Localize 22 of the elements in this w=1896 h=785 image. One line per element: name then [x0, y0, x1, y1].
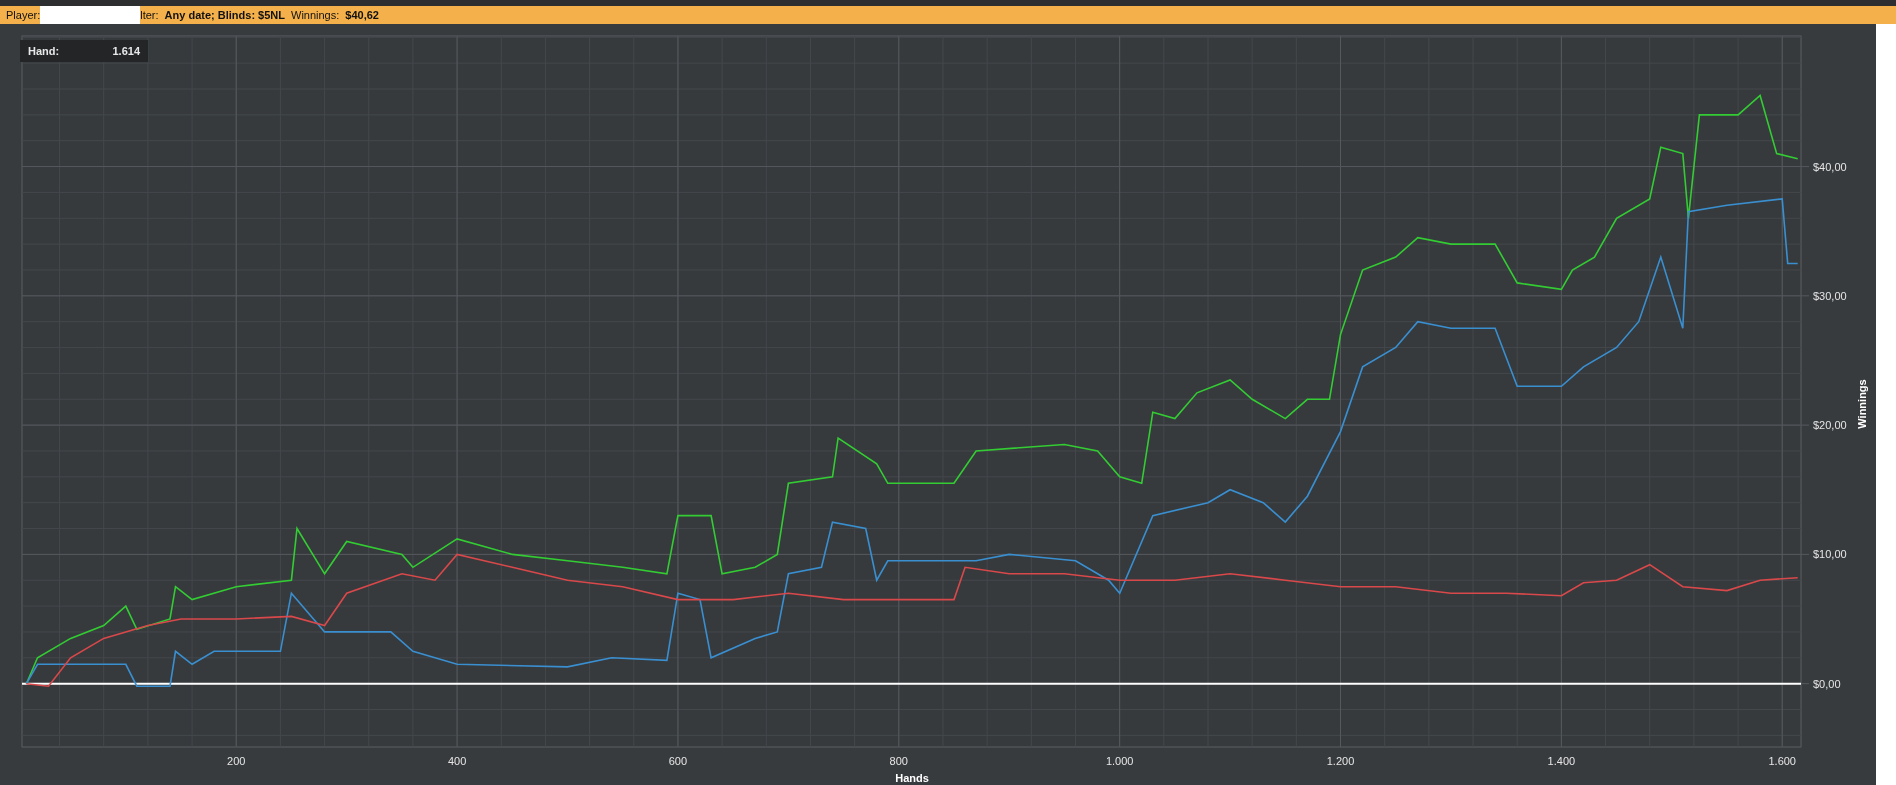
x-tick-label: 800 [889, 755, 908, 767]
player-label: Player: [6, 9, 41, 21]
y-axis-title: Winnings [1856, 379, 1868, 429]
y-tick-label: $10,00 [1813, 548, 1847, 561]
x-tick-label: 1.600 [1768, 755, 1796, 767]
y-tick-label: $40,00 [1813, 160, 1847, 173]
filter-label: lter: [140, 9, 159, 21]
x-axis-title: Hands [895, 772, 929, 784]
y-tick-label: $20,00 [1813, 419, 1847, 432]
x-tick-label: 400 [447, 755, 467, 767]
filter-value: Any date; Blinds: $5NL [164, 9, 285, 21]
winnings-label: Winnings: [291, 9, 340, 21]
x-tick-label: 1.000 [1105, 755, 1134, 767]
y-tick-label: $30,00 [1813, 289, 1847, 302]
x-tick-label: 1.200 [1326, 755, 1355, 767]
y-tick-label: $0,00 [1813, 677, 1841, 690]
x-tick-label: 1.400 [1547, 755, 1576, 767]
winnings-value: $40,62 [345, 9, 379, 21]
x-tick-label: 200 [227, 755, 246, 767]
x-tick-label: 600 [668, 755, 688, 767]
hover-label: Hand: [28, 45, 60, 57]
hover-value: 1.614 [112, 45, 140, 57]
